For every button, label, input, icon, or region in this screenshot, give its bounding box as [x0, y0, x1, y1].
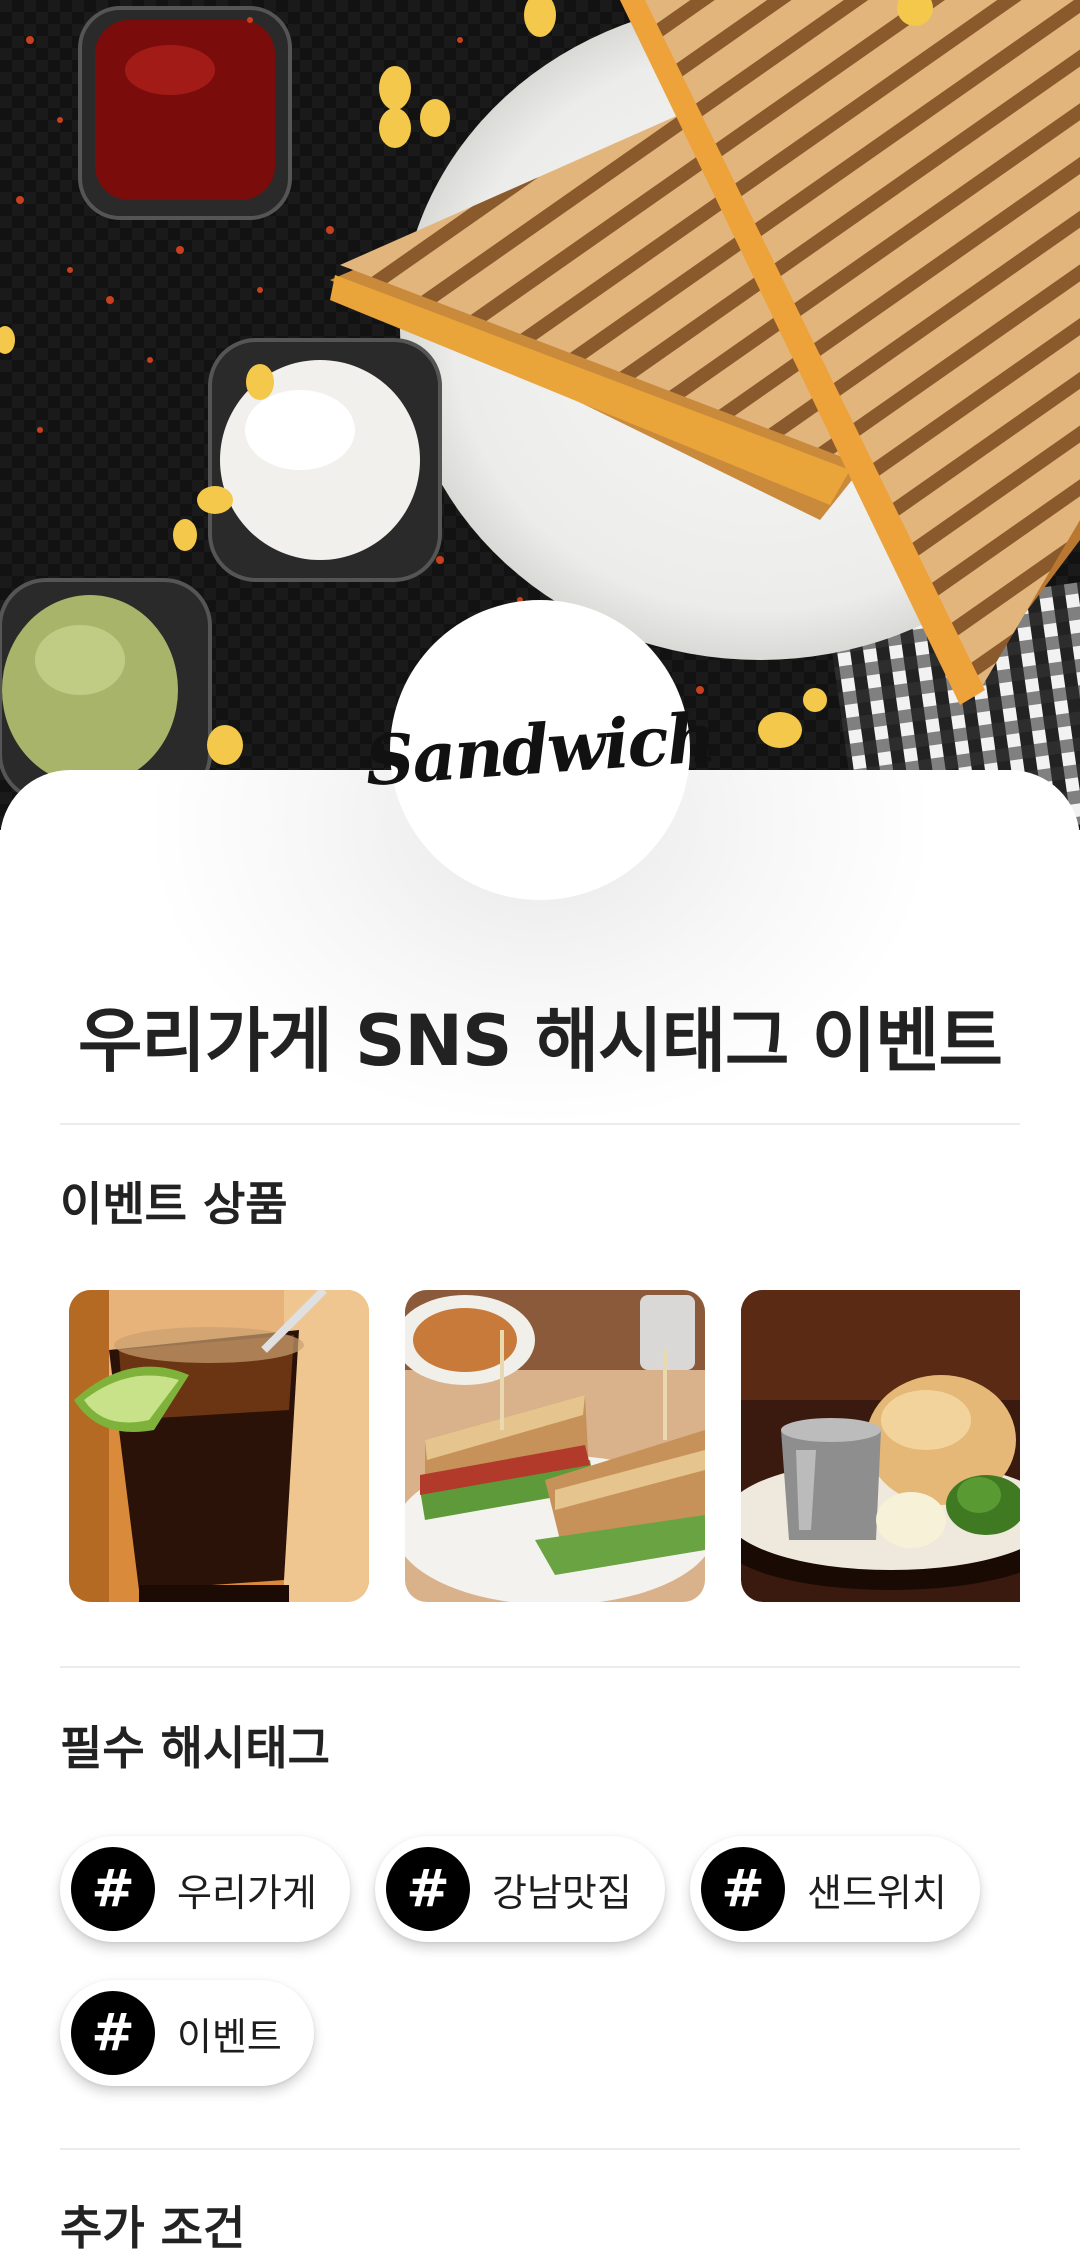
hashtag-label: 우리가게 — [177, 1870, 317, 1915]
divider — [60, 2148, 1020, 2150]
section-title-hashtags: 필수 해시태그 — [60, 1721, 330, 1775]
club-sandwich-photo — [405, 1290, 705, 1602]
brand-logo: Sandwich — [363, 600, 717, 900]
logo-text: Sandwich — [362, 697, 718, 803]
hashtag-label: 강남맛집 — [492, 1870, 632, 1915]
product-item-sandwich[interactable] — [405, 1290, 705, 1602]
section-title-conditions: 추가 조건 — [60, 2201, 246, 2255]
hashtag-label: 샌드위치 — [807, 1870, 947, 1915]
hash-icon: # — [71, 1847, 155, 1931]
hash-icon: # — [386, 1847, 470, 1931]
hash-icon: # — [701, 1847, 785, 1931]
hashtag-chip[interactable]: # 우리가게 — [60, 1836, 350, 1942]
cola-drink-photo — [69, 1290, 369, 1602]
hash-icon: # — [71, 1991, 155, 2075]
bread-and-milk-photo — [741, 1290, 1020, 1602]
hashtag-label: 이벤트 — [177, 2014, 282, 2059]
section-title-products: 이벤트 상품 — [60, 1177, 288, 1231]
divider — [60, 1123, 1020, 1125]
page-title: 우리가게 SNS 해시태그 이벤트 — [78, 1000, 1003, 1082]
product-item-drink[interactable] — [69, 1290, 369, 1602]
product-item-bread[interactable] — [741, 1290, 1020, 1602]
hashtag-chip[interactable]: # 샌드위치 — [690, 1836, 980, 1942]
product-carousel[interactable] — [60, 1290, 1020, 1602]
hashtag-chip[interactable]: # 강남맛집 — [375, 1836, 665, 1942]
divider — [60, 1666, 1020, 1668]
hashtag-chip[interactable]: # 이벤트 — [60, 1980, 314, 2086]
